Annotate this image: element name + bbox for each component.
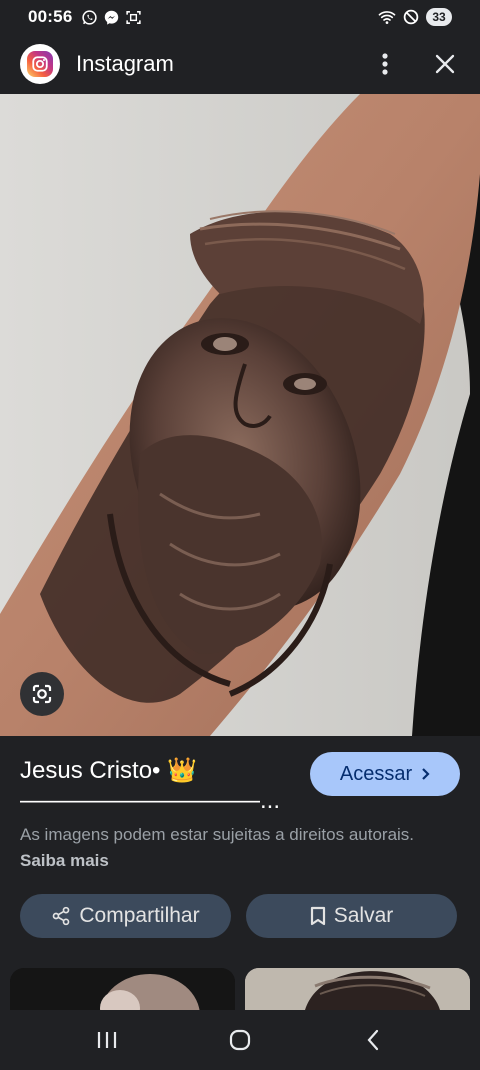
related-image-thumbnail[interactable] — [10, 968, 235, 1010]
screenshot-icon — [124, 8, 142, 26]
app-header: Instagram — [0, 34, 480, 94]
more-vert-icon — [382, 53, 388, 75]
system-nav-bar — [0, 1010, 480, 1070]
google-lens-button[interactable] — [20, 672, 64, 716]
more-options-button[interactable] — [370, 49, 400, 79]
do-not-disturb-icon — [402, 8, 420, 26]
chevron-right-icon — [422, 768, 430, 780]
save-button-label: Salvar — [333, 904, 394, 927]
tattoo-photo — [0, 94, 480, 736]
messenger-icon — [102, 8, 120, 26]
learn-more-link[interactable]: Saiba mais — [20, 851, 109, 870]
home-icon — [229, 1029, 251, 1051]
access-button[interactable]: Acessar — [310, 752, 460, 796]
back-button[interactable] — [343, 1020, 403, 1060]
whatsapp-icon — [80, 8, 98, 26]
header-title: Instagram — [76, 51, 174, 76]
bookmark-icon — [310, 906, 325, 926]
related-image-1 — [10, 968, 235, 1010]
status-right: 33 — [378, 8, 452, 26]
recent-apps-icon — [97, 1032, 116, 1048]
back-icon — [367, 1029, 379, 1051]
access-button-label: Acessar — [339, 762, 413, 785]
copyright-text: As imagens podem estar sujeitas a direit… — [20, 825, 415, 844]
status-time: 00:56 — [28, 7, 73, 26]
battery-indicator: 33 — [426, 8, 452, 26]
status-bar: 00:56 33 — [0, 0, 480, 34]
google-lens-icon — [32, 684, 52, 704]
copyright-notice: As imagens podem estar sujeitas a direit… — [20, 822, 460, 874]
related-image-thumbnail[interactable] — [245, 968, 470, 1010]
related-image-2 — [245, 968, 470, 1010]
share-icon — [53, 906, 70, 926]
share-button[interactable]: Compartilhar — [20, 894, 231, 938]
result-image[interactable] — [0, 94, 480, 736]
share-button-label: Compartilhar — [79, 904, 200, 927]
save-button[interactable]: Salvar — [246, 894, 457, 938]
notification-icons — [80, 8, 142, 26]
result-info-panel: Jesus Cristo• 👑 ——————————... Acessar As… — [0, 736, 480, 1010]
home-button[interactable] — [210, 1020, 270, 1060]
wifi-icon — [378, 8, 396, 26]
header-actions — [370, 49, 460, 79]
close-icon — [435, 54, 455, 74]
close-button[interactable] — [430, 49, 460, 79]
instagram-logo-icon — [20, 44, 60, 84]
result-title[interactable]: Jesus Cristo• 👑 ——————————... — [20, 756, 290, 816]
recent-apps-button[interactable] — [77, 1020, 137, 1060]
